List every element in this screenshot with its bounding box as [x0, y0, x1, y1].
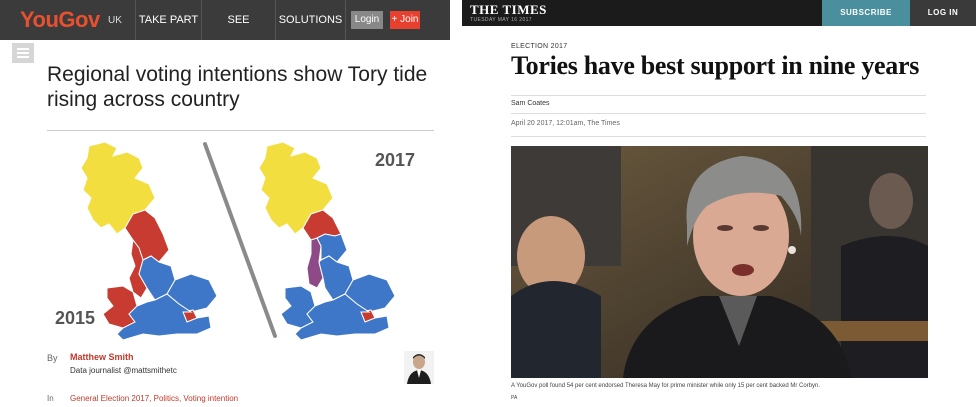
times-date: TUESDAY MAY 16 2017 — [470, 17, 532, 23]
divider — [511, 113, 926, 114]
headline: Tories have best support in nine years — [511, 51, 920, 80]
map-2017-year-label: 2017 — [375, 150, 415, 170]
map-2015 — [80, 141, 218, 341]
times-logo[interactable]: THE TIMES — [470, 2, 547, 18]
yougov-logo[interactable]: YouGov — [20, 7, 100, 33]
author-role: Data journalist @mattsmithetc — [70, 366, 177, 375]
photo-credit: PA — [511, 395, 518, 401]
divider — [47, 130, 434, 131]
article-photo — [511, 146, 928, 378]
times-top-bar: THE TIMES TUESDAY MAY 16 2017 SUBSCRIBE … — [462, 0, 976, 26]
article-title: Regional voting intentions show Tory tid… — [47, 63, 428, 111]
author-name[interactable]: Sam Coates — [511, 100, 550, 107]
subscribe-button[interactable]: SUBSCRIBE — [822, 0, 910, 26]
yougov-page: YouGov UK TAKE PART SEE RESULTS SOLUTION… — [0, 0, 450, 407]
login-button[interactable]: LOG IN — [910, 0, 976, 26]
nav-see-results[interactable]: SEE RESULTS — [201, 0, 275, 66]
login-button[interactable]: Login — [351, 11, 383, 29]
author-link[interactable]: Matthew Smith — [70, 352, 134, 362]
hamburger-menu-icon[interactable] — [12, 43, 34, 63]
dateline: April 20 2017, 12:01am, The Times — [511, 120, 620, 127]
map-2015-wales — [102, 285, 138, 329]
times-page: THE TIMES TUESDAY MAY 16 2017 SUBSCRIBE … — [462, 0, 976, 407]
yougov-top-nav: YouGov UK TAKE PART SEE RESULTS SOLUTION… — [0, 0, 450, 66]
yougov-logo-region: UK — [108, 15, 122, 26]
tags-label: In — [47, 394, 54, 403]
tags-links[interactable]: General Election 2017, Politics, Voting … — [70, 394, 238, 403]
regional-voting-map: 2015 2017 — [55, 141, 415, 341]
nav-take-part[interactable]: TAKE PART — [135, 0, 201, 40]
map-2015-year-label: 2015 — [55, 308, 95, 328]
author-avatar — [404, 351, 434, 384]
map-2017-wales — [280, 285, 316, 329]
photo-caption: A YouGov poll found 54 per cent endorsed… — [511, 383, 821, 389]
join-button[interactable]: + Join — [390, 11, 420, 29]
byline-label: By — [47, 353, 58, 363]
map-2017 — [258, 141, 396, 341]
divider — [511, 95, 926, 96]
nav-solutions[interactable]: SOLUTIONS — [275, 0, 346, 40]
divider — [511, 136, 926, 137]
